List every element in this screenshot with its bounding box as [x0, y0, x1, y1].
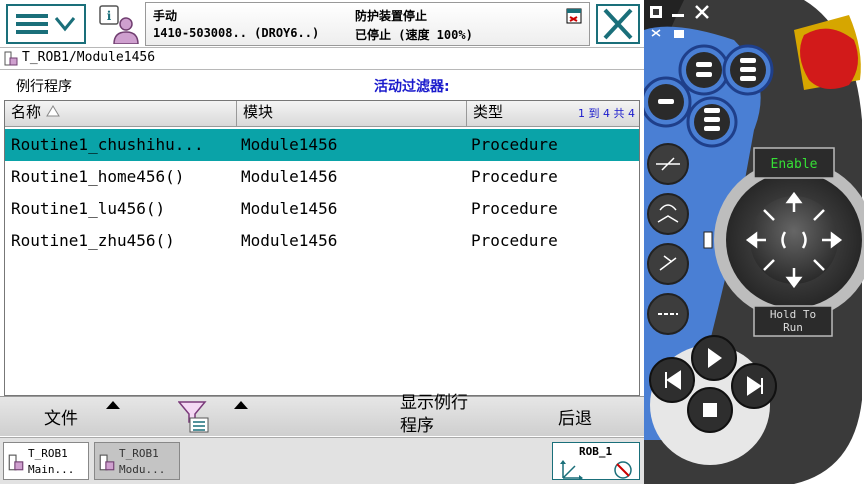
close-button[interactable] — [596, 4, 640, 44]
mechanical-unit-label: ROB_1 — [579, 445, 613, 458]
table-row[interactable]: Routine1_zhu456() Module1456 Procedure — [5, 225, 639, 257]
command-bar: 文件 显示例行 程序 后退 — [0, 393, 644, 437]
svg-text:i: i — [107, 9, 112, 23]
hamburger-icon-bar — [16, 30, 48, 34]
breadcrumb: T_ROB1/Module1456 — [0, 48, 644, 70]
routine-type: Procedure — [471, 199, 558, 218]
routine-module: Module1456 — [241, 231, 338, 250]
routine-type: Procedure — [471, 135, 558, 154]
column-header-module-label: 模块 — [243, 103, 274, 121]
task-subtitle: Modu... — [119, 463, 166, 476]
table-row[interactable]: Routine1_home456() Module1456 Procedure — [5, 161, 639, 193]
enable-device[interactable]: Enable — [753, 147, 835, 179]
table-row[interactable]: Routine1_lu456() Module1456 Procedure — [5, 193, 639, 225]
page-title: 例行程序 — [16, 79, 72, 95]
task-title: T_ROB1 — [119, 447, 159, 460]
column-header-type-label: 类型 — [473, 103, 504, 121]
mechanical-unit-button[interactable]: ROB_1 — [552, 442, 640, 480]
safety-state: 防护装置停止 — [355, 9, 428, 23]
filter-button[interactable] — [172, 397, 256, 437]
flexpendant-screen: i 手动 1410-503008.. (DROY6..) 防护装置停止 已停止 … — [0, 0, 644, 484]
routine-name: Routine1_chushihu... — [11, 135, 204, 154]
status-panel[interactable]: 手动 1410-503008.. (DROY6..) 防护装置停止 已停止 (速… — [145, 2, 590, 46]
hamburger-icon — [16, 14, 48, 18]
column-header-type[interactable]: 类型 1 到 4 共 4 — [467, 101, 639, 127]
routine-type: Procedure — [471, 167, 558, 186]
flexpendant-hardware-panel: Enable Hold To Run — [640, 0, 864, 484]
routine-table: 名称 模块 类型 1 到 4 共 4 Routine1_chushihu... … — [4, 100, 640, 396]
routine-module: Module1456 — [241, 135, 338, 154]
task-title: T_ROB1 — [28, 447, 68, 460]
hamburger-icon-bar — [16, 22, 48, 26]
coordinate-system-icon — [560, 460, 583, 480]
task-main-window[interactable]: T_ROB1 Main... — [3, 442, 89, 480]
module-path: T_ROB1/Module1456 — [22, 50, 156, 65]
column-header-name[interactable]: 名称 — [5, 101, 237, 127]
column-header-module[interactable]: 模块 — [237, 101, 467, 127]
abb-menu-button[interactable] — [6, 4, 86, 44]
routine-module: Module1456 — [241, 167, 338, 186]
controller-name: 1410-503008.. (DROY6..) — [153, 26, 320, 40]
close-icon — [603, 8, 633, 40]
program-module-icon — [4, 51, 18, 66]
filter-icon — [178, 401, 209, 433]
program-editor-icon — [99, 454, 115, 471]
back-button[interactable]: 后退 — [514, 397, 642, 437]
table-row[interactable]: Routine1_chushihu... Module1456 Procedur… — [5, 129, 639, 161]
task-module-window[interactable]: T_ROB1 Modu... — [94, 442, 180, 480]
event-log-icon — [566, 8, 582, 24]
task-bar: T_ROB1 Main... T_ROB1 Modu... ROB_1 — [0, 437, 644, 484]
file-menu-button[interactable]: 文件 — [0, 397, 170, 437]
file-menu-label: 文件 — [44, 409, 78, 429]
show-routine-button[interactable]: 显示例行 程序 — [386, 393, 506, 437]
hold-label-line1: Hold To — [770, 308, 816, 321]
routine-name: Routine1_zhu456() — [11, 231, 175, 250]
routine-name: Routine1_home456() — [11, 167, 185, 186]
hold-to-run-button[interactable]: Hold To Run — [753, 305, 833, 337]
show-routine-label-line2: 程序 — [400, 416, 434, 436]
menu-up-arrow-icon — [234, 401, 248, 409]
enable-label: Enable — [771, 157, 818, 172]
back-label: 后退 — [558, 409, 592, 429]
list-header: 例行程序 活动过滤器: — [0, 72, 644, 98]
run-state: 已停止 (速度 100%) — [355, 28, 473, 42]
routine-type: Procedure — [471, 231, 558, 250]
column-header-name-label: 名称 — [11, 103, 42, 121]
sort-ascending-icon — [45, 105, 60, 117]
task-subtitle: Main... — [28, 463, 75, 476]
robot-status-icon[interactable]: i — [96, 4, 140, 45]
pagination-label: 1 到 4 共 4 — [578, 107, 635, 120]
menu-up-arrow-icon — [106, 401, 120, 409]
show-routine-label-line1: 显示例行 — [400, 393, 468, 413]
program-editor-icon — [8, 454, 24, 471]
status-bar: i 手动 1410-503008.. (DROY6..) 防护装置停止 已停止 … — [0, 0, 644, 48]
hold-label-line2: Run — [783, 321, 803, 334]
routine-module: Module1456 — [241, 199, 338, 218]
operating-mode: 手动 — [153, 9, 178, 23]
routine-name: Routine1_lu456() — [11, 199, 166, 218]
chevron-down-icon — [54, 17, 76, 32]
active-filter-label: 活动过滤器: — [374, 79, 450, 95]
increment-off-icon — [614, 461, 632, 479]
